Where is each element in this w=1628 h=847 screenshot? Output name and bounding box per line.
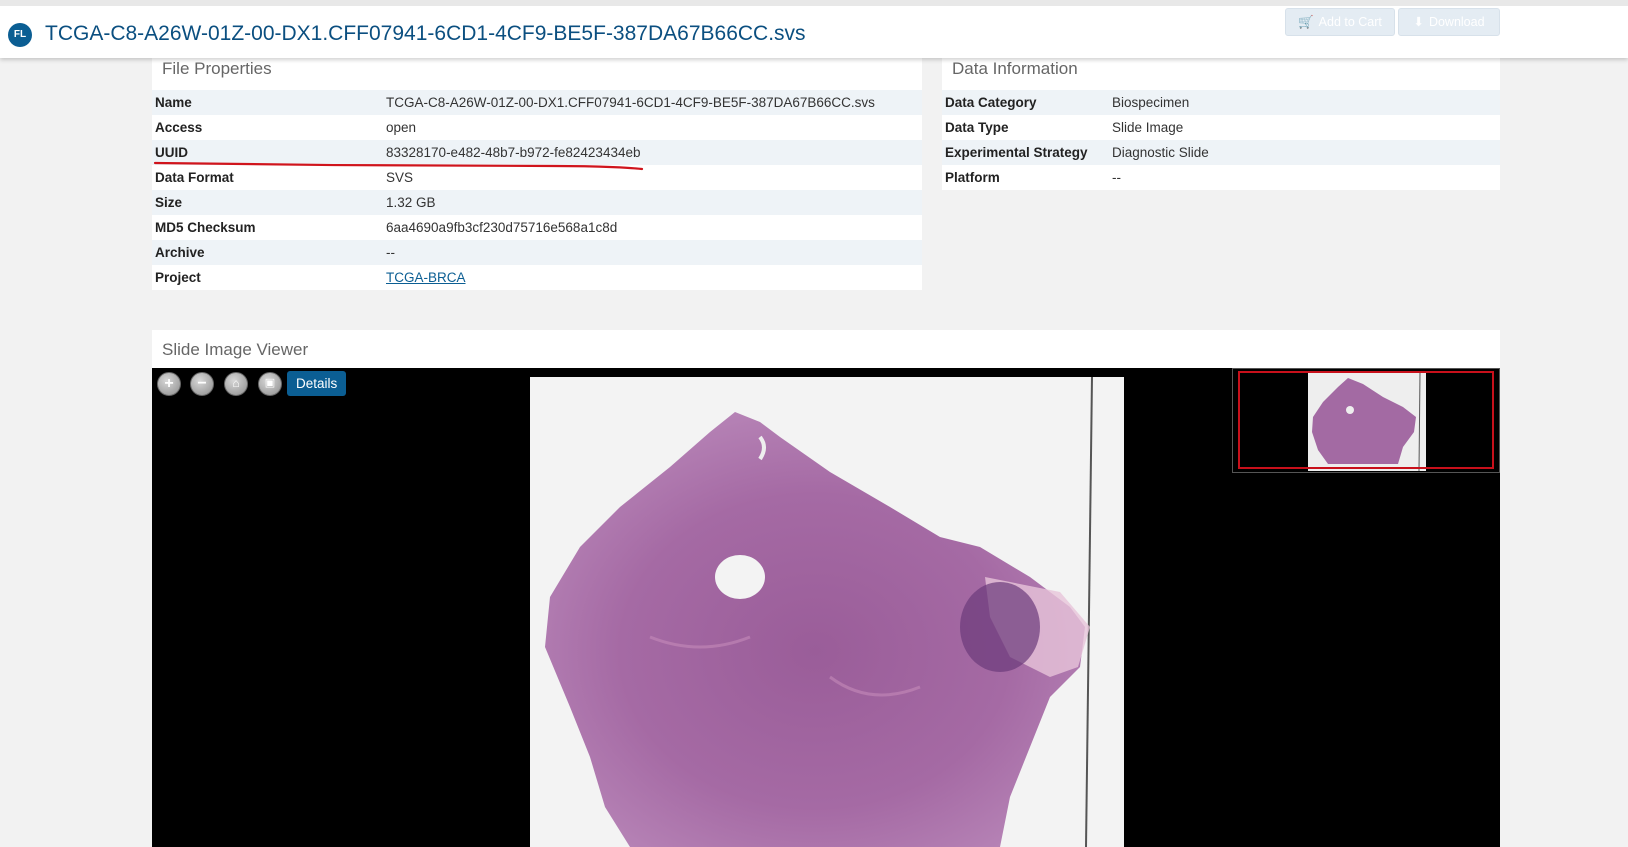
download-label: Download — [1428, 15, 1485, 29]
property-value: 1.32 GB — [383, 190, 922, 215]
table-row: Name TCGA-C8-A26W-01Z-00-DX1.CFF07941-6C… — [152, 90, 922, 115]
tissue-image — [530, 377, 1124, 847]
table-row: UUID 83328170-e482-48b7-b972-fe82423434e… — [152, 140, 922, 165]
home-icon[interactable]: ⌂ — [224, 372, 248, 396]
property-value: 83328170-e482-48b7-b972-fe82423434eb — [383, 140, 922, 165]
page-header: FL TCGA-C8-A26W-01Z-00-DX1.CFF07941-6CD1… — [0, 0, 1628, 58]
data-information-table: Data Category Biospecimen Data Type Slid… — [942, 90, 1500, 190]
table-row: Data Type Slide Image — [942, 115, 1500, 140]
info-value: Biospecimen — [1109, 90, 1500, 115]
file-properties-title: File Properties — [162, 59, 272, 78]
slide-viewer-title: Slide Image Viewer — [162, 340, 309, 359]
details-button[interactable]: Details — [287, 371, 347, 396]
table-row: Archive -- — [152, 240, 922, 265]
download-icon: ⬇ — [1413, 15, 1424, 29]
property-key: Access — [155, 120, 203, 135]
property-key: Project — [155, 270, 201, 285]
property-value: open — [386, 120, 417, 135]
info-value: Diagnostic Slide — [1109, 140, 1500, 165]
add-to-cart-label: Add to Cart — [1318, 15, 1382, 29]
table-row: Data Format SVS — [152, 165, 922, 190]
property-key: Name — [152, 90, 383, 115]
property-value: 6aa4690a9fb3cf230d75716e568a1c8d — [386, 220, 618, 235]
property-value: SVS — [386, 170, 414, 185]
data-information-panel: Data Information Data Category Biospecim… — [942, 56, 1500, 190]
property-key: Archive — [152, 240, 383, 265]
property-key: MD5 Checksum — [155, 220, 256, 235]
info-key: Platform — [945, 170, 1000, 185]
info-key: Experimental Strategy — [942, 140, 1109, 165]
file-properties-panel: File Properties Name TCGA-C8-A26W-01Z-00… — [152, 56, 922, 290]
property-key: Data Format — [155, 170, 234, 185]
page-title: TCGA-C8-A26W-01Z-00-DX1.CFF07941-6CD1-4C… — [45, 22, 806, 45]
project-link[interactable]: TCGA-BRCA — [386, 270, 466, 285]
download-button[interactable]: ⬇ Download — [1398, 8, 1500, 36]
info-key: Data Type — [945, 120, 1009, 135]
table-row: Project TCGA-BRCA — [152, 265, 922, 290]
property-value: -- — [383, 240, 922, 265]
data-information-title: Data Information — [952, 59, 1078, 78]
info-key: Data Category — [942, 90, 1109, 115]
navigator-viewport-box — [1238, 371, 1494, 469]
table-row: Platform -- — [942, 165, 1500, 190]
table-row: Experimental Strategy Diagnostic Slide — [942, 140, 1500, 165]
file-properties-table: Name TCGA-C8-A26W-01Z-00-DX1.CFF07941-6C… — [152, 90, 922, 290]
slide-viewer-header: Slide Image Viewer — [152, 330, 1500, 368]
property-value: TCGA-C8-A26W-01Z-00-DX1.CFF07941-6CD1-4C… — [383, 90, 922, 115]
file-type-badge: FL — [8, 23, 32, 47]
add-to-cart-button[interactable]: 🛒 Add to Cart — [1285, 8, 1395, 36]
property-key: UUID — [152, 140, 383, 165]
info-value: Slide Image — [1112, 120, 1184, 135]
slide-navigator[interactable] — [1232, 368, 1500, 473]
table-row: Access open — [152, 115, 922, 140]
fullscreen-icon[interactable]: ▣ — [258, 372, 282, 396]
info-value: -- — [1112, 170, 1121, 185]
zoom-out-icon[interactable]: − — [190, 372, 214, 396]
slide-image-viewer[interactable]: + − ⌂ ▣ Details — [152, 368, 1500, 847]
table-row: Data Category Biospecimen — [942, 90, 1500, 115]
slide-image[interactable] — [530, 377, 1124, 847]
zoom-in-icon[interactable]: + — [157, 372, 181, 396]
property-key: Size — [152, 190, 383, 215]
shopping-cart-icon: 🛒 — [1298, 15, 1314, 29]
table-row: MD5 Checksum 6aa4690a9fb3cf230d75716e568… — [152, 215, 922, 240]
table-row: Size 1.32 GB — [152, 190, 922, 215]
